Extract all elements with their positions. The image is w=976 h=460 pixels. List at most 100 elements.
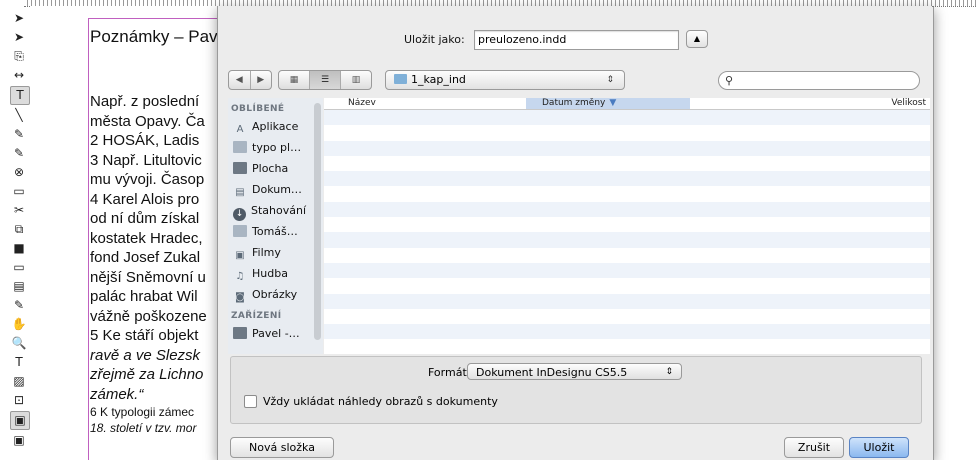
column-date-label: Datum změny: [542, 98, 606, 108]
sidebar-item[interactable]: Plocha: [228, 158, 323, 179]
empty-row: [324, 201, 930, 218]
document-text-line: města Opavy. Ča: [90, 112, 205, 130]
margin-guide-top: [88, 18, 228, 19]
empty-row: [324, 186, 930, 201]
sidebar-item-label: typo pl…: [252, 141, 302, 154]
margin-guide-left: [88, 18, 89, 460]
tool-icon[interactable]: ⊗: [10, 164, 28, 181]
preview-checkbox[interactable]: [244, 395, 257, 408]
tool-icon[interactable]: ✎: [10, 126, 28, 143]
tools-panel: ➤ ➤ ⎘ ↔ T ╲ ✎ ✎ ⊗ ▭ ✂ ⧉ ■ ▭ ▤ ✎ ✋ 🔍 T ▨ ⊡ ▣ ▣: [8, 8, 30, 460]
tool-icon[interactable]: T: [10, 86, 30, 105]
empty-row: [324, 140, 930, 156]
search-field[interactable]: ⚲: [718, 71, 920, 90]
chevron-up-icon: ▲: [693, 34, 701, 43]
document-text-line: Např. z poslední: [90, 93, 200, 110]
tool-icon[interactable]: ▭: [10, 183, 28, 200]
icon-view-button[interactable]: ▦: [279, 71, 310, 89]
column-view-button[interactable]: ▥: [341, 71, 371, 89]
file-rows: [324, 110, 930, 354]
sidebar-item[interactable]: ◙ Obrázky: [228, 284, 323, 305]
format-select[interactable]: Dokument InDesignu CS5.5 ⇕: [467, 363, 682, 380]
forward-button[interactable]: ▶: [251, 71, 272, 89]
tool-icon[interactable]: ▣: [10, 432, 28, 449]
column-name-header[interactable]: Název: [348, 98, 376, 109]
format-value: Dokument InDesignu CS5.5: [476, 366, 628, 379]
column-size-header[interactable]: Velikost: [891, 98, 926, 109]
document-text-line: ravě a ve Slezsk: [90, 346, 201, 364]
folder-icon: [394, 74, 407, 84]
folder-popup[interactable]: 1_kap_ind ⇕: [385, 70, 625, 90]
tool-icon[interactable]: ▭: [10, 259, 28, 276]
empty-row: [324, 125, 930, 140]
tool-icon[interactable]: ➤: [10, 10, 28, 27]
sidebar-item[interactable]: A Aplikace: [228, 116, 323, 137]
tool-icon[interactable]: ✂: [10, 202, 28, 219]
tool-icon[interactable]: ▨: [10, 373, 28, 390]
sidebar-item[interactable]: ♫ Hudba: [228, 263, 323, 284]
sidebar-item[interactable]: ↓ Stahování: [228, 200, 323, 221]
cancel-button[interactable]: Zrušit: [784, 437, 844, 458]
popup-arrows-icon: ⇕: [665, 367, 673, 377]
sidebar-item[interactable]: Tomáš…: [228, 221, 323, 242]
music-icon: ♫: [235, 271, 245, 282]
tool-icon[interactable]: ✋: [10, 316, 28, 333]
tool-icon[interactable]: T: [10, 354, 28, 371]
tool-icon[interactable]: 🔍: [10, 335, 28, 352]
column-date-header[interactable]: Datum změny ▼: [526, 98, 690, 109]
back-button[interactable]: ◀: [229, 71, 251, 89]
sidebar-item[interactable]: typo pl…: [228, 137, 323, 158]
document-text-frame[interactable]: Např. z poslední města Opavy. Ča 2 HOSÁK, …: [90, 92, 230, 436]
back-forward-buttons: ◀ ▶: [228, 70, 272, 90]
sidebar-scrollbar[interactable]: [314, 103, 321, 340]
sidebar-item[interactable]: Pavel -…: [228, 323, 323, 344]
app-icon: A: [236, 124, 244, 135]
tool-icon[interactable]: ↔: [10, 67, 28, 84]
empty-row: [324, 324, 930, 340]
tool-icon[interactable]: ✎: [10, 297, 28, 314]
empty-row: [324, 110, 930, 126]
empty-row: [324, 339, 930, 354]
list-view-button[interactable]: ☰: [310, 71, 341, 89]
save-button[interactable]: Uložit: [849, 437, 909, 458]
tool-icon[interactable]: ■: [10, 240, 28, 257]
tool-icon[interactable]: ✎: [10, 145, 28, 162]
folder-icon: [233, 225, 247, 237]
tool-icon[interactable]: ⊡: [10, 392, 28, 409]
document-text-line: vážně poškozene: [90, 307, 207, 325]
new-folder-button[interactable]: Nová složka: [230, 437, 334, 458]
options-panel: Formát: Dokument InDesignu CS5.5 ⇕ Vždy …: [230, 356, 922, 424]
empty-row: [324, 156, 930, 171]
empty-row: [324, 248, 930, 263]
tool-icon[interactable]: ╲: [10, 107, 28, 124]
sidebar-item-label: Pavel -…: [252, 327, 300, 340]
file-list[interactable]: Název Datum změny ▼ Velikost: [324, 98, 930, 354]
tool-icon[interactable]: ⎘: [10, 48, 28, 65]
folder-name: 1_kap_ind: [411, 73, 466, 86]
sidebar-item-label: Aplikace: [252, 120, 299, 133]
sidebar-item[interactable]: ▣ Filmy: [228, 242, 323, 263]
tool-icon[interactable]: ▤: [10, 278, 28, 295]
tool-icon[interactable]: ➤: [10, 29, 28, 46]
empty-row: [324, 262, 930, 279]
sidebar-item[interactable]: ▤ Dokum…: [228, 179, 323, 200]
sort-descending-icon: ▼: [609, 98, 617, 108]
document-text-line: zámek.“: [90, 385, 144, 403]
tool-icon[interactable]: ⧉: [10, 221, 28, 238]
empty-row: [324, 171, 930, 187]
document-text-line: 3 Např. Litultovic: [90, 151, 202, 169]
sidebar-item-label: Hudba: [252, 267, 288, 280]
sidebar-section-header: OBLÍBENÉ: [231, 104, 285, 114]
document-footnote-line: 6 K typologii zámec: [90, 405, 195, 419]
preview-checkbox-row[interactable]: Vždy ukládat náhledy obrazů s dokumenty: [244, 395, 498, 408]
sidebar-item-label: Stahování: [251, 204, 307, 217]
sidebar-item-label: Filmy: [252, 246, 281, 259]
document-text-line: 5 Ke stáří objekt: [90, 327, 199, 344]
tool-icon[interactable]: ▣: [10, 411, 30, 430]
empty-row: [324, 232, 930, 248]
sidebar-item-label: Dokum…: [252, 183, 302, 196]
movies-icon: ▣: [235, 250, 245, 261]
collapse-dialog-button[interactable]: ▲: [686, 30, 708, 48]
ruler-right-segment: [932, 0, 976, 7]
filename-input[interactable]: preulozeno.indd: [474, 30, 679, 50]
